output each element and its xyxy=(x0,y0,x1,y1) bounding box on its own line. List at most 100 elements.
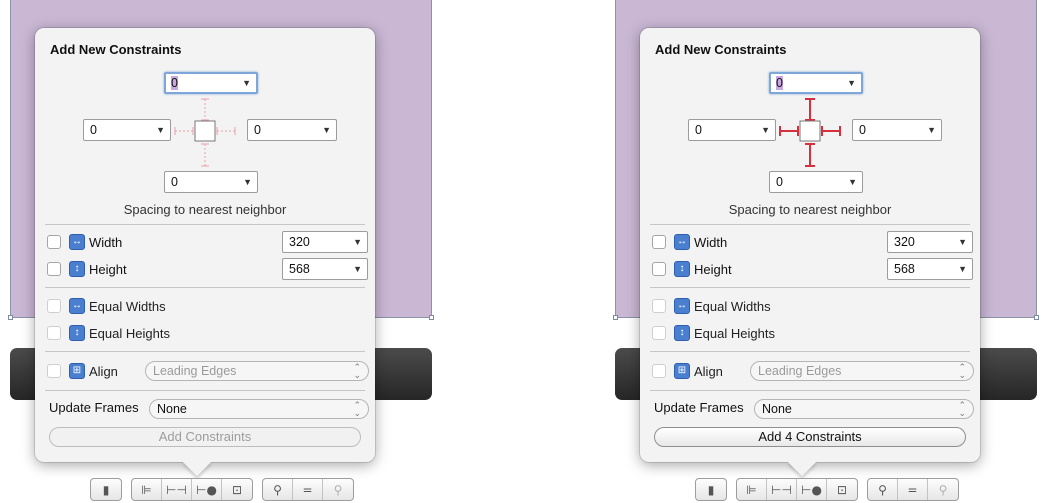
align-icon[interactable]: ⊫ xyxy=(737,479,767,500)
leading-spacing-field[interactable]: 0 ▼ xyxy=(688,119,776,141)
equal-widths-checkbox[interactable] xyxy=(652,299,666,313)
updown-arrows-icon: ⌃ ⌄ xyxy=(958,362,966,380)
chevron-down-icon[interactable]: ▼ xyxy=(958,259,967,279)
chevron-down-icon[interactable]: ▼ xyxy=(243,172,252,192)
top-strut-icon[interactable] xyxy=(805,98,815,121)
trailing-strut-icon[interactable] xyxy=(216,127,236,135)
zoom-in-icon[interactable]: ⚲ xyxy=(323,479,353,500)
add-constraints-button[interactable]: Add 4 Constraints xyxy=(654,427,966,447)
top-spacing-field[interactable]: 0 ▼ xyxy=(769,72,863,94)
equal-heights-checkbox[interactable] xyxy=(652,326,666,340)
update-frames-label: Update Frames xyxy=(49,400,139,415)
update-frames-label: Update Frames xyxy=(654,400,744,415)
chevron-down-icon[interactable]: ▼ xyxy=(847,74,856,92)
leading-strut-icon[interactable] xyxy=(174,127,194,135)
height-value-field[interactable]: 568 ▼ xyxy=(887,258,973,280)
bottom-spacing-field[interactable]: 0 ▼ xyxy=(769,171,863,193)
resize-handle[interactable] xyxy=(8,315,13,320)
selected-view-box xyxy=(799,120,821,142)
zoom-group: ⚲ = ⚲ xyxy=(867,478,959,501)
align-icon[interactable]: ⊫ xyxy=(132,479,162,500)
device-group: ▮ xyxy=(90,478,122,501)
equal-widths-row: ↔ Equal Widths xyxy=(652,296,771,316)
chevron-down-icon[interactable]: ▼ xyxy=(927,120,936,140)
resize-icon[interactable]: ⊡ xyxy=(222,479,252,500)
equal-widths-row: ↔ Equal Widths xyxy=(47,296,166,316)
zoom-reset-icon[interactable]: = xyxy=(898,479,928,500)
resolve-icon[interactable]: ⊢● xyxy=(192,479,222,500)
bottom-strut-icon[interactable] xyxy=(805,143,815,167)
equal-heights-checkbox[interactable] xyxy=(47,326,61,340)
zoom-out-icon[interactable]: ⚲ xyxy=(263,479,293,500)
chevron-down-icon[interactable]: ▼ xyxy=(761,120,770,140)
align-checkbox[interactable] xyxy=(652,364,666,378)
top-strut-icon[interactable] xyxy=(201,98,209,121)
pin-icon[interactable]: ⊢⊣ xyxy=(162,479,192,500)
updown-arrows-icon: ⌃ ⌄ xyxy=(353,400,361,418)
leading-spacing-field[interactable]: 0 ▼ xyxy=(83,119,171,141)
trailing-spacing-field[interactable]: 0 ▼ xyxy=(852,119,942,141)
bottom-strut-icon[interactable] xyxy=(201,143,209,167)
height-value-field[interactable]: 568 ▼ xyxy=(282,258,368,280)
canvas-toolbar: ▮ ⊫ ⊢⊣ ⊢● ⊡ ⚲ = ⚲ xyxy=(695,478,968,502)
chevron-down-icon[interactable]: ▼ xyxy=(848,172,857,192)
chevron-down-icon[interactable]: ▼ xyxy=(353,232,362,252)
divider xyxy=(650,224,970,225)
equal-heights-row: ↕ Equal Heights xyxy=(47,323,170,343)
align-popup[interactable]: Leading Edges ⌃ ⌄ xyxy=(750,361,974,381)
chevron-down-icon[interactable]: ▼ xyxy=(322,120,331,140)
width-row: ↔ Width xyxy=(652,232,727,252)
align-row: ⊞ Align xyxy=(652,361,723,381)
zoom-in-icon[interactable]: ⚲ xyxy=(928,479,958,500)
zoom-reset-icon[interactable]: = xyxy=(293,479,323,500)
leading-strut-icon[interactable] xyxy=(779,126,799,136)
resize-handle[interactable] xyxy=(1034,315,1039,320)
align-icon: ⊞ xyxy=(674,363,690,379)
align-popup[interactable]: Leading Edges ⌃ ⌄ xyxy=(145,361,369,381)
width-checkbox[interactable] xyxy=(47,235,61,249)
update-frames-popup[interactable]: None ⌃ ⌄ xyxy=(149,399,369,419)
add-constraints-button[interactable]: Add Constraints xyxy=(49,427,361,447)
width-value-field[interactable]: 320 ▼ xyxy=(887,231,973,253)
bottom-spacing-field[interactable]: 0 ▼ xyxy=(164,171,258,193)
height-checkbox[interactable] xyxy=(47,262,61,276)
divider xyxy=(45,351,365,352)
device-icon[interactable]: ▮ xyxy=(91,479,121,500)
layout-group: ⊫ ⊢⊣ ⊢● ⊡ xyxy=(131,478,253,501)
height-row: ↕ Height xyxy=(47,259,127,279)
equal-widths-checkbox[interactable] xyxy=(47,299,61,313)
height-constraint-icon: ↕ xyxy=(69,261,85,277)
equal-widths-icon: ↔ xyxy=(69,298,85,314)
update-frames-popup[interactable]: None ⌃ ⌄ xyxy=(754,399,974,419)
equal-widths-icon: ↔ xyxy=(674,298,690,314)
divider xyxy=(45,390,365,391)
width-value-field[interactable]: 320 ▼ xyxy=(282,231,368,253)
align-checkbox[interactable] xyxy=(47,364,61,378)
popover-title: Add New Constraints xyxy=(50,42,182,57)
resize-handle[interactable] xyxy=(429,315,434,320)
top-spacing-field[interactable]: 0 ▼ xyxy=(164,72,258,94)
resize-handle[interactable] xyxy=(613,315,618,320)
canvas-toolbar: ▮ ⊫ ⊢⊣ ⊢● ⊡ ⚲ = ⚲ xyxy=(90,478,363,502)
zoom-out-icon[interactable]: ⚲ xyxy=(868,479,898,500)
popover-title: Add New Constraints xyxy=(655,42,787,57)
spacing-struts-diagram xyxy=(174,98,236,167)
chevron-down-icon[interactable]: ▼ xyxy=(958,232,967,252)
divider xyxy=(45,224,365,225)
divider xyxy=(45,287,365,288)
pin-icon[interactable]: ⊢⊣ xyxy=(767,479,797,500)
updown-arrows-icon: ⌃ ⌄ xyxy=(958,400,966,418)
chevron-down-icon[interactable]: ▼ xyxy=(156,120,165,140)
resolve-icon[interactable]: ⊢● xyxy=(797,479,827,500)
resize-icon[interactable]: ⊡ xyxy=(827,479,857,500)
width-constraint-icon: ↔ xyxy=(674,234,690,250)
equal-heights-icon: ↕ xyxy=(674,325,690,341)
chevron-down-icon[interactable]: ▼ xyxy=(242,74,251,92)
width-checkbox[interactable] xyxy=(652,235,666,249)
device-icon[interactable]: ▮ xyxy=(696,479,726,500)
chevron-down-icon[interactable]: ▼ xyxy=(353,259,362,279)
trailing-spacing-field[interactable]: 0 ▼ xyxy=(247,119,337,141)
trailing-strut-icon[interactable] xyxy=(821,126,841,136)
device-group: ▮ xyxy=(695,478,727,501)
height-checkbox[interactable] xyxy=(652,262,666,276)
